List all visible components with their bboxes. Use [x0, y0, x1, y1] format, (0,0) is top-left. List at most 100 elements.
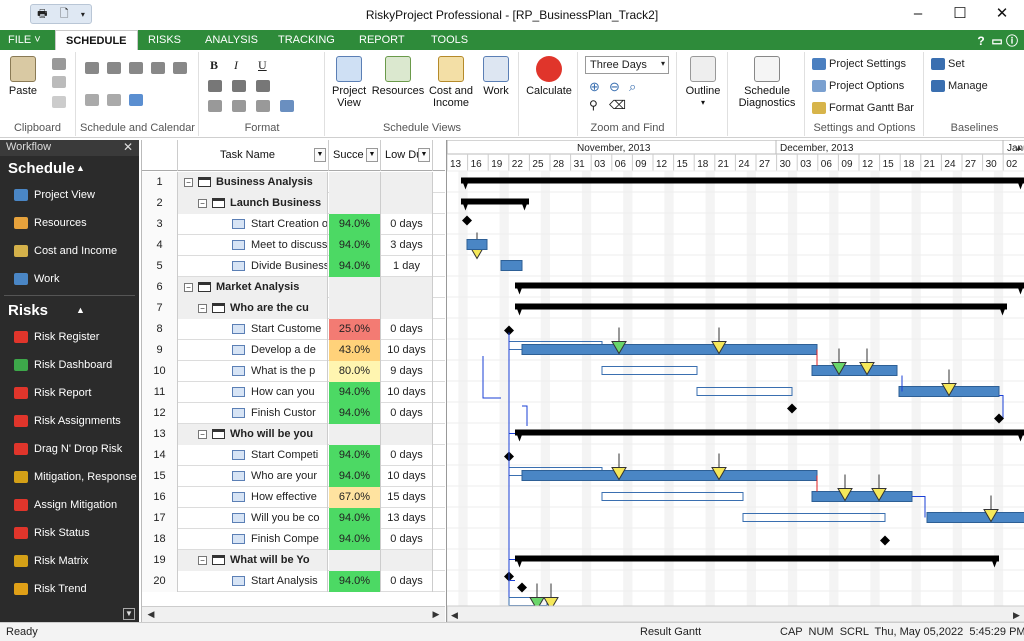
low-duration-cell[interactable]: 3 days: [381, 235, 433, 256]
task-name-cell[interactable]: Start Analysis: [178, 571, 328, 592]
manage-baseline-button[interactable]: Manage: [931, 80, 988, 93]
low-duration-cell[interactable]: 0 days: [381, 403, 433, 424]
low-duration-cell[interactable]: [381, 550, 433, 571]
unlink-icon[interactable]: [151, 62, 165, 74]
task-name-cell[interactable]: Meet to discuss i: [178, 235, 328, 256]
success-rate-cell[interactable]: 67.0%: [329, 487, 381, 508]
low-duration-cell[interactable]: 0 days: [381, 319, 433, 340]
collapse-toggle-icon[interactable]: −: [184, 177, 193, 187]
success-rate-cell[interactable]: [329, 550, 381, 571]
risks-section-header[interactable]: Risks ▲: [0, 298, 139, 323]
success-rate-cell[interactable]: [329, 193, 381, 214]
low-duration-cell[interactable]: 0 days: [381, 214, 433, 235]
low-duration-cell[interactable]: 10 days: [381, 340, 433, 361]
table-row[interactable]: 20 Start Analysis 94.0% 0 days: [142, 571, 445, 592]
project-settings-button[interactable]: Project Settings: [812, 58, 906, 71]
tab-analysis[interactable]: ANALYSIS: [203, 30, 260, 50]
success-rate-cell[interactable]: 43.0%: [329, 340, 381, 361]
low-duration-cell[interactable]: 9 days: [381, 361, 433, 382]
close-icon[interactable]: ✕: [123, 140, 133, 154]
task-name-cell[interactable]: Divide Business: [178, 256, 328, 277]
workflow-item[interactable]: Risk Matrix: [0, 547, 139, 575]
task-name-cell[interactable]: Develop a de: [178, 340, 328, 361]
underline-button[interactable]: U: [258, 58, 267, 73]
gantt-canvas[interactable]: November, 2013December, 2013Janu13161922…: [447, 140, 1024, 622]
copy-icon[interactable]: [52, 76, 66, 88]
low-duration-cell[interactable]: 0 days: [381, 529, 433, 550]
outdent-icon[interactable]: [107, 62, 121, 74]
task-name-cell[interactable]: Will you be co: [178, 508, 328, 529]
table-row[interactable]: 7 − Who are the cu: [142, 298, 445, 319]
zoom-fit-icon[interactable]: ⌕: [629, 79, 636, 95]
low-duration-cell[interactable]: 0 days: [381, 445, 433, 466]
success-rate-cell[interactable]: 94.0%: [329, 256, 381, 277]
align-left-icon[interactable]: [208, 80, 222, 92]
task-name-cell[interactable]: How can you: [178, 382, 328, 403]
collapse-toggle-icon[interactable]: −: [198, 429, 207, 439]
success-rate-cell[interactable]: [329, 298, 381, 319]
table-row[interactable]: 2 − Launch Business: [142, 193, 445, 214]
success-rate-cell[interactable]: 94.0%: [329, 508, 381, 529]
low-duration-cell[interactable]: [381, 193, 433, 214]
task-name-cell[interactable]: − Who are the cu: [178, 298, 328, 319]
workflow-item[interactable]: Cost and Income: [0, 237, 139, 265]
task-name-cell[interactable]: Start Creation of: [178, 214, 328, 235]
undo-icon[interactable]: [52, 96, 66, 108]
format-gantt-bar-button[interactable]: Format Gantt Bar: [812, 102, 914, 115]
workflow-item[interactable]: Risk Report: [0, 379, 139, 407]
column-icon[interactable]: [232, 100, 246, 112]
tab-file[interactable]: FILE ˅: [6, 30, 43, 50]
table-row[interactable]: 13 − Who will be you: [142, 424, 445, 445]
table-row[interactable]: 11 How can you 94.0% 10 days: [142, 382, 445, 403]
align-center-icon[interactable]: [232, 80, 246, 92]
low-duration-cell[interactable]: [381, 172, 433, 193]
resources-button[interactable]: Resources: [370, 56, 426, 97]
success-rate-cell[interactable]: 94.0%: [329, 571, 381, 592]
workflow-item[interactable]: Mitigation, Response: [0, 463, 139, 491]
maximize-button[interactable]: ☐: [940, 2, 980, 28]
italic-button[interactable]: I: [234, 58, 238, 73]
indent-icon[interactable]: [85, 62, 99, 74]
workflow-item[interactable]: Risk Register: [0, 323, 139, 351]
task-name-cell[interactable]: − Market Analysis: [178, 277, 328, 298]
workflow-item[interactable]: Risk Assignments: [0, 407, 139, 435]
success-rate-cell[interactable]: 94.0%: [329, 466, 381, 487]
tab-tools[interactable]: TOOLS: [429, 30, 470, 50]
zoom-in-icon[interactable]: ⊕: [589, 79, 600, 95]
workflow-item[interactable]: Risk Status: [0, 519, 139, 547]
find-icon[interactable]: ⚲: [589, 98, 598, 112]
table-row[interactable]: 15 Who are your 94.0% 10 days: [142, 466, 445, 487]
tab-tracking[interactable]: TRACKING: [276, 30, 337, 50]
schedule-section-header[interactable]: Schedule ▲: [0, 156, 139, 181]
table-row[interactable]: 6− Market Analysis: [142, 277, 445, 298]
success-rate-cell[interactable]: 94.0%: [329, 445, 381, 466]
gantt-chart[interactable]: November, 2013December, 2013Janu13161922…: [446, 140, 1024, 622]
project-options-button[interactable]: Project Options: [812, 80, 904, 93]
table-row[interactable]: 8 Start Custome 25.0% 0 days: [142, 319, 445, 340]
split-icon[interactable]: [173, 62, 187, 74]
success-rate-cell[interactable]: 94.0%: [329, 214, 381, 235]
grid-horizontal-scrollbar[interactable]: ◀ ▶: [142, 606, 445, 622]
workflow-item[interactable]: Project View: [0, 181, 139, 209]
low-duration-cell[interactable]: 10 days: [381, 382, 433, 403]
task-name-cell[interactable]: How effective: [178, 487, 328, 508]
arrow-left-icon[interactable]: [85, 94, 99, 106]
low-duration-cell[interactable]: [381, 277, 433, 298]
zoom-out-icon[interactable]: ⊖: [609, 79, 620, 95]
success-rate-cell[interactable]: 94.0%: [329, 382, 381, 403]
column-header-task-name[interactable]: Task Name ▼: [178, 140, 329, 171]
task-name-cell[interactable]: − Who will be you: [178, 424, 328, 445]
success-rate-cell[interactable]: [329, 172, 381, 193]
bold-button[interactable]: B: [210, 58, 218, 73]
success-rate-cell[interactable]: [329, 424, 381, 445]
align-right-icon[interactable]: [256, 80, 270, 92]
clear-icon[interactable]: ⌫: [609, 98, 626, 112]
success-rate-cell[interactable]: [329, 277, 381, 298]
table-row[interactable]: 9 Develop a de 43.0% 10 days: [142, 340, 445, 361]
schedule-diagnostics-button[interactable]: Schedule Diagnostics: [733, 56, 801, 109]
workflow-item[interactable]: Risk Dashboard: [0, 351, 139, 379]
outline-button[interactable]: Outline ▾: [682, 56, 724, 109]
zoom-level-select[interactable]: Three Days ▾: [585, 56, 669, 74]
table-row[interactable]: 5 Divide Business 94.0% 1 day: [142, 256, 445, 277]
tab-schedule[interactable]: SCHEDULE: [55, 30, 138, 50]
